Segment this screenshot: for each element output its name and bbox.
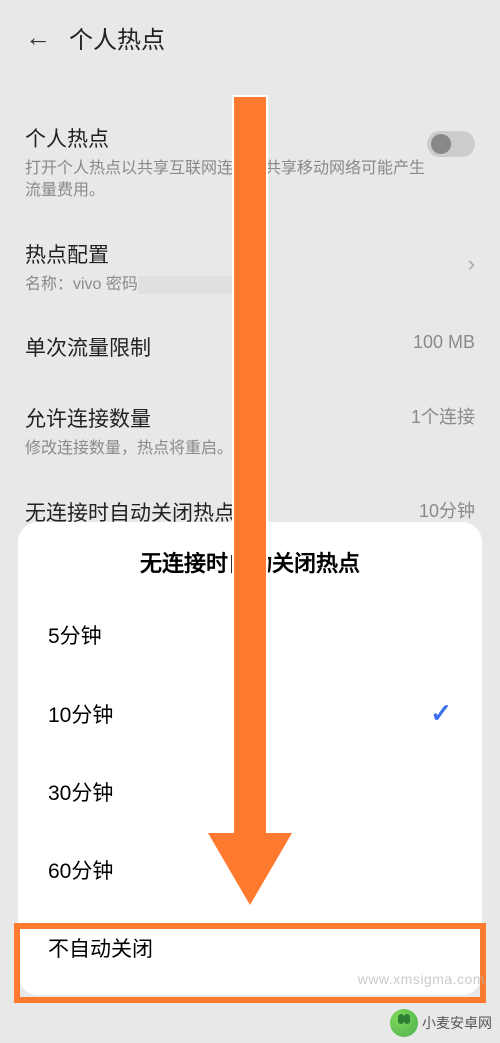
chevron-right-icon: › [468, 251, 475, 277]
option-label: 5分钟 [48, 620, 102, 650]
back-icon[interactable]: ← [25, 22, 51, 53]
connections-title: 允许连接数量 [25, 403, 401, 433]
check-icon: ✓ [430, 698, 452, 729]
toggle-knob [431, 134, 451, 154]
header: ← 个人热点 [0, 0, 500, 75]
option-label: 30分钟 [48, 777, 113, 807]
watermark-text: 小麦安卓网 [422, 1013, 492, 1033]
auto-off-value: 10分钟 [419, 497, 475, 523]
connections-value: 1个连接 [411, 403, 475, 429]
watermark-logo-icon [390, 1009, 418, 1037]
page-title: 个人热点 [69, 20, 165, 55]
connections-desc: 修改连接数量，热点将重启。 [25, 438, 401, 460]
data-limit-title: 单次流量限制 [25, 332, 403, 362]
data-limit-value: 100 MB [413, 332, 475, 353]
watermark-url: www.xmsigma.com [358, 971, 485, 987]
annotation-arrow [215, 95, 285, 915]
option-label: 10分钟 [48, 699, 113, 729]
watermark: 小麦安卓网 [390, 1009, 492, 1037]
option-label: 不自动关闭 [48, 933, 153, 963]
option-label: 60分钟 [48, 855, 113, 885]
hotspot-toggle[interactable] [427, 131, 475, 157]
